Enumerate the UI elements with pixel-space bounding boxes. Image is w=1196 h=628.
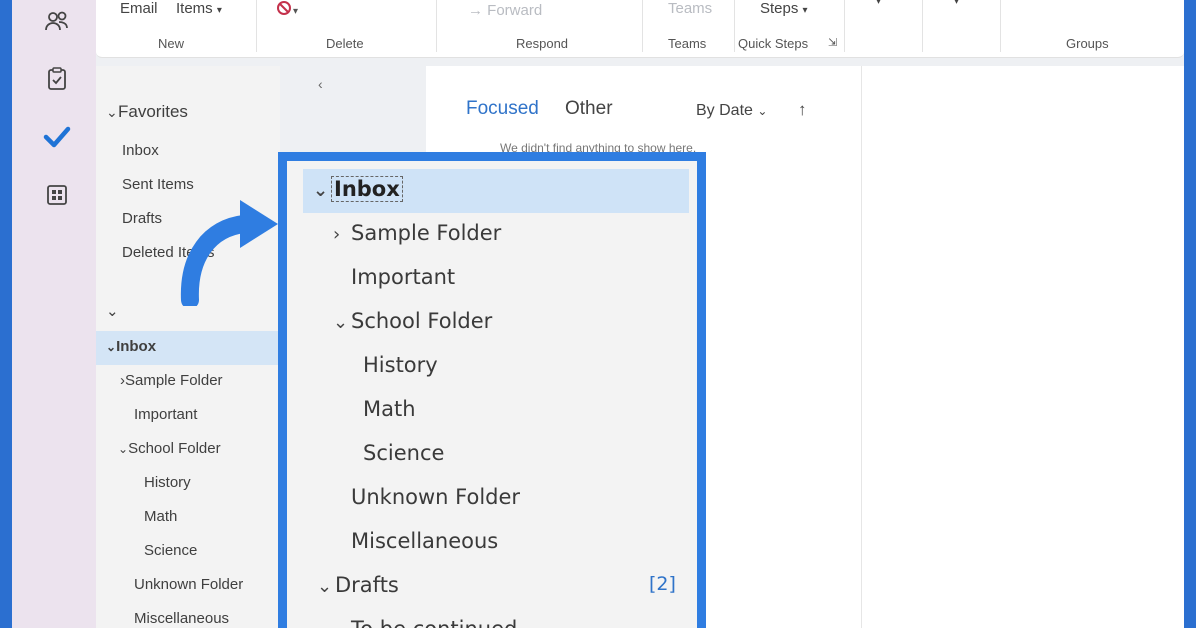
favorites-drafts[interactable]: Drafts: [122, 210, 162, 227]
ribbon-divider: [642, 0, 643, 52]
tree-unknown-folder[interactable]: Unknown Folder: [134, 576, 243, 593]
ribbon-divider: [734, 0, 735, 52]
zoom-drafts-label: Drafts: [335, 573, 399, 597]
zoom-to-be-continued[interactable]: To be continued: [351, 617, 517, 628]
outlook-window: Email Items ▾ New ▾ Delete → Forward Res…: [12, 0, 1184, 628]
tab-focused[interactable]: Focused: [466, 98, 539, 120]
favorites-inbox[interactable]: Inbox: [122, 142, 159, 159]
new-email-button[interactable]: Email: [120, 0, 158, 17]
zoom-sample-folder[interactable]: › Sample Folder: [333, 221, 501, 245]
zoom-unknown-folder[interactable]: Unknown Folder: [351, 485, 520, 509]
tasks-icon[interactable]: [42, 64, 72, 94]
sort-direction-arrow-icon[interactable]: ↑: [798, 100, 807, 120]
chevron-down-icon: ⌄: [317, 576, 333, 597]
curved-arrow-icon: [180, 200, 278, 306]
zoom-sample-folder-label: Sample Folder: [351, 221, 502, 245]
ribbon-divider: [1000, 0, 1001, 52]
tree-history[interactable]: History: [144, 474, 191, 491]
chevron-down-icon: ⌄: [757, 104, 768, 118]
sort-by-date-button[interactable]: By Date ⌄: [696, 102, 767, 120]
favorites-header-label: Favorites: [118, 102, 188, 121]
forward-label: Forward: [487, 2, 543, 19]
zoom-miscellaneous[interactable]: Miscellaneous: [351, 529, 498, 553]
group-groups-label: Groups: [1066, 36, 1109, 51]
tree-school-folder[interactable]: ⌄School Folder: [118, 440, 221, 457]
zoom-school-folder[interactable]: ⌄ School Folder: [333, 309, 492, 333]
chevron-right-icon: ›: [333, 224, 341, 245]
ribbon-divider: [922, 0, 923, 52]
chevron-down-icon: ⌄: [118, 442, 129, 456]
chevron-down-icon[interactable]: ▾: [876, 0, 881, 7]
sweep-icon[interactable]: ▾: [274, 0, 302, 28]
zoom-science[interactable]: Science: [363, 441, 444, 465]
tree-miscellaneous[interactable]: Miscellaneous: [134, 610, 229, 627]
group-quick-steps-label: Quick Steps: [738, 36, 809, 51]
tree-math[interactable]: Math: [144, 508, 177, 525]
ribbon-divider: [844, 0, 845, 52]
contacts-icon[interactable]: [42, 6, 72, 36]
tab-other[interactable]: Other: [565, 98, 613, 120]
group-teams-label: Teams: [668, 36, 707, 51]
ribbon-divider: [256, 0, 257, 52]
zoom-history[interactable]: History: [363, 353, 438, 377]
tree-important[interactable]: Important: [134, 406, 197, 423]
tree-sample-folder-label: Sample Folder: [125, 372, 223, 389]
new-items-label: Items: [176, 0, 213, 17]
favorites-sent-items[interactable]: Sent Items: [122, 176, 194, 193]
svg-text:▾: ▾: [293, 6, 298, 17]
chevron-down-icon: ⌄: [106, 340, 117, 354]
tree-science[interactable]: Science: [144, 542, 197, 559]
chevron-down-icon: ⌄: [106, 104, 118, 120]
share-to-teams-button[interactable]: Teams: [668, 0, 712, 17]
tree-school-folder-label: School Folder: [128, 440, 221, 457]
new-items-button[interactable]: Items ▾: [176, 0, 222, 17]
favorites-header[interactable]: ⌄Favorites: [106, 102, 188, 122]
dialog-launcher-icon[interactable]: ⇲: [828, 36, 837, 49]
reading-pane: [861, 66, 1184, 628]
drafts-count-badge: [2]: [649, 573, 676, 595]
ribbon: Email Items ▾ New ▾ Delete → Forward Res…: [96, 0, 1184, 58]
zoom-inbox-label: Inbox: [331, 176, 403, 202]
zoom-important[interactable]: Important: [351, 265, 455, 289]
ribbon-divider: [436, 0, 437, 52]
group-new-label: New: [158, 36, 185, 51]
collapse-pane-icon[interactable]: ‹: [318, 76, 323, 92]
chevron-down-icon: ⌄: [313, 180, 329, 201]
zoom-drafts[interactable]: ⌄ Drafts: [317, 573, 399, 597]
quick-steps-button[interactable]: Steps ▾: [760, 0, 808, 17]
zoom-school-folder-label: School Folder: [351, 309, 493, 333]
chevron-down-icon: ▾: [216, 5, 222, 16]
zoom-inbox[interactable]: ⌄ Inbox: [313, 176, 403, 202]
tree-sample-folder[interactable]: ›Sample Folder: [120, 372, 223, 389]
quick-steps-label: Steps: [760, 0, 799, 17]
zoom-math[interactable]: Math: [363, 397, 416, 421]
zoomed-folder-tree: ⌄ Inbox › Sample Folder Important ⌄ School …: [278, 152, 706, 628]
tree-inbox-label: Inbox: [116, 338, 157, 355]
chevron-down-icon[interactable]: ▾: [954, 0, 959, 7]
group-respond-label: Respond: [516, 36, 569, 51]
forward-arrow-icon: →: [468, 2, 483, 19]
account-collapse-chevron-icon[interactable]: ⌄: [106, 302, 119, 320]
todo-check-icon[interactable]: [42, 122, 72, 152]
app-rail: [12, 0, 96, 628]
sort-label: By Date: [696, 102, 753, 119]
chevron-down-icon: ⌄: [333, 312, 349, 333]
group-delete-label: Delete: [326, 36, 364, 51]
chevron-down-icon: ▾: [802, 5, 808, 16]
apps-icon[interactable]: [42, 180, 72, 210]
forward-button[interactable]: → Forward: [468, 2, 542, 19]
tree-inbox[interactable]: ⌄Inbox: [106, 338, 156, 355]
